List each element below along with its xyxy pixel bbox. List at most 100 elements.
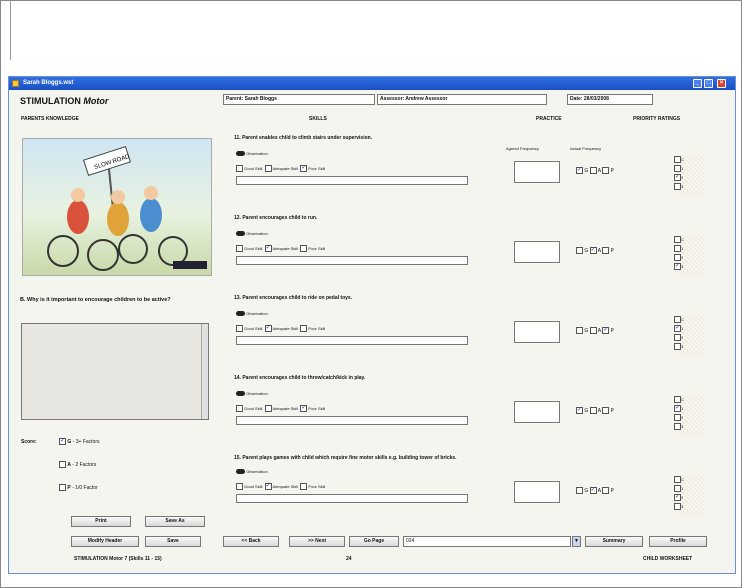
observation-toggle[interactable]: Observation bbox=[236, 311, 268, 317]
title-bar[interactable]: Sarah Bloggs.wst _ □ × bbox=[9, 77, 735, 90]
skill-notes-input[interactable] bbox=[236, 416, 468, 425]
checkbox[interactable]: ✓ bbox=[674, 325, 681, 333]
priority-option[interactable]: C bbox=[674, 315, 704, 324]
close-icon[interactable]: × bbox=[717, 79, 726, 88]
checkbox[interactable] bbox=[602, 407, 610, 414]
checkbox[interactable]: ✓ bbox=[300, 405, 308, 412]
actual-frequency-option[interactable]: ✓ G bbox=[576, 407, 588, 414]
checkbox[interactable] bbox=[59, 484, 66, 491]
checkbox[interactable] bbox=[576, 247, 583, 254]
checkbox[interactable] bbox=[602, 487, 610, 494]
skill-option[interactable]: Poor Skill bbox=[300, 483, 325, 490]
skill-option[interactable]: Adequate Skill bbox=[264, 405, 298, 412]
checkbox[interactable] bbox=[674, 156, 681, 164]
checkbox[interactable]: ✓ bbox=[674, 174, 681, 182]
checkbox[interactable] bbox=[674, 183, 681, 191]
actual-frequency-option[interactable]: ✓ A bbox=[589, 487, 601, 494]
actual-frequency-option[interactable]: A bbox=[589, 167, 601, 174]
priority-option[interactable]: ✓3 bbox=[674, 262, 704, 271]
checkbox[interactable] bbox=[674, 165, 681, 173]
actual-frequency-option[interactable]: ✓ G bbox=[576, 167, 588, 174]
skill-option[interactable]: Good Skill bbox=[236, 245, 262, 252]
skill-notes-input[interactable] bbox=[236, 176, 468, 185]
next-button[interactable]: >> Next bbox=[289, 536, 345, 547]
actual-frequency-option[interactable]: P bbox=[602, 407, 614, 414]
checkbox[interactable] bbox=[674, 414, 681, 422]
skill-option[interactable]: ✓ Adequate Skill bbox=[264, 483, 298, 490]
observation-toggle[interactable]: Observation bbox=[236, 231, 268, 237]
minimize-icon[interactable]: _ bbox=[693, 79, 702, 88]
checkbox[interactable] bbox=[300, 245, 308, 252]
skill-option[interactable]: Adequate Skill bbox=[264, 165, 298, 172]
checkbox[interactable] bbox=[674, 423, 681, 431]
checkbox[interactable] bbox=[674, 396, 681, 404]
priority-option[interactable]: 2 bbox=[674, 253, 704, 262]
back-button[interactable]: << Back bbox=[223, 536, 279, 547]
answer-textarea[interactable] bbox=[21, 323, 209, 420]
parent-field[interactable]: Parent: Sarah Bloggs bbox=[223, 94, 375, 105]
priority-option[interactable]: 2 bbox=[674, 333, 704, 342]
checkbox[interactable] bbox=[236, 165, 243, 172]
skill-option[interactable]: ✓ Poor Skill bbox=[300, 405, 325, 412]
actual-frequency-option[interactable]: P bbox=[602, 167, 614, 174]
actual-frequency-option[interactable]: G bbox=[576, 487, 588, 494]
checkbox[interactable]: ✓ bbox=[264, 483, 272, 490]
skill-option[interactable]: Good Skill bbox=[236, 483, 262, 490]
skill-notes-input[interactable] bbox=[236, 494, 468, 503]
checkbox[interactable]: ✓ bbox=[674, 494, 681, 502]
checkbox[interactable] bbox=[589, 167, 597, 174]
checkbox[interactable] bbox=[264, 405, 272, 412]
checkbox[interactable] bbox=[264, 165, 272, 172]
priority-option[interactable]: 1 bbox=[674, 484, 704, 493]
skill-option[interactable]: Good Skill bbox=[236, 165, 262, 172]
checkbox[interactable] bbox=[589, 327, 597, 334]
actual-frequency-option[interactable]: G bbox=[576, 327, 588, 334]
date-field[interactable]: Date: 28/03/2008 bbox=[567, 94, 653, 105]
checkbox[interactable]: ✓ bbox=[300, 165, 308, 172]
checkbox[interactable] bbox=[602, 167, 610, 174]
observation-toggle[interactable]: Observation bbox=[236, 151, 268, 157]
profile-button[interactable]: Profile bbox=[649, 536, 707, 547]
checkbox[interactable]: ✓ bbox=[59, 438, 66, 445]
score-option-g[interactable]: ✓ G - 3+ Factors bbox=[59, 438, 100, 445]
priority-option[interactable]: 3 bbox=[674, 422, 704, 431]
agreed-frequency-input[interactable] bbox=[514, 401, 560, 423]
checkbox[interactable] bbox=[300, 483, 308, 490]
agreed-frequency-input[interactable] bbox=[514, 321, 560, 343]
checkbox[interactable] bbox=[236, 483, 243, 490]
checkbox[interactable] bbox=[59, 461, 66, 468]
checkbox[interactable] bbox=[300, 325, 308, 332]
score-option-p[interactable]: P - 1/0 Factor bbox=[59, 484, 98, 491]
checkbox[interactable] bbox=[602, 247, 610, 254]
checkbox[interactable]: ✓ bbox=[576, 407, 583, 414]
skill-notes-input[interactable] bbox=[236, 336, 468, 345]
priority-option[interactable]: ✓2 bbox=[674, 173, 704, 182]
priority-option[interactable]: 2 bbox=[674, 413, 704, 422]
checkbox[interactable] bbox=[674, 236, 681, 244]
checkbox[interactable] bbox=[236, 405, 243, 412]
observation-toggle[interactable]: Observation bbox=[236, 469, 268, 475]
agreed-frequency-input[interactable] bbox=[514, 161, 560, 183]
priority-option[interactable]: ✓1 bbox=[674, 324, 704, 333]
checkbox[interactable] bbox=[576, 327, 583, 334]
priority-option[interactable]: C bbox=[674, 395, 704, 404]
priority-option[interactable]: 3 bbox=[674, 342, 704, 351]
checkbox[interactable] bbox=[674, 316, 681, 324]
page-select[interactable]: 024 bbox=[403, 536, 571, 547]
summary-button[interactable]: Summary bbox=[585, 536, 643, 547]
skill-notes-input[interactable] bbox=[236, 256, 468, 265]
checkbox[interactable]: ✓ bbox=[674, 263, 681, 271]
print-button[interactable]: Print bbox=[71, 516, 131, 527]
actual-frequency-option[interactable]: A bbox=[589, 407, 601, 414]
skill-option[interactable]: ✓ Adequate Skill bbox=[264, 325, 298, 332]
observation-toggle[interactable]: Observation bbox=[236, 391, 268, 397]
actual-frequency-option[interactable]: P bbox=[602, 247, 614, 254]
scrollbar[interactable] bbox=[201, 324, 208, 419]
skill-option[interactable]: Poor Skill bbox=[300, 325, 325, 332]
checkbox[interactable]: ✓ bbox=[264, 245, 272, 252]
checkbox[interactable]: ✓ bbox=[589, 487, 597, 494]
skill-option[interactable]: ✓ Poor Skill bbox=[300, 165, 325, 172]
checkbox[interactable]: ✓ bbox=[576, 167, 583, 174]
priority-option[interactable]: 3 bbox=[674, 182, 704, 191]
actual-frequency-option[interactable]: P bbox=[602, 487, 614, 494]
